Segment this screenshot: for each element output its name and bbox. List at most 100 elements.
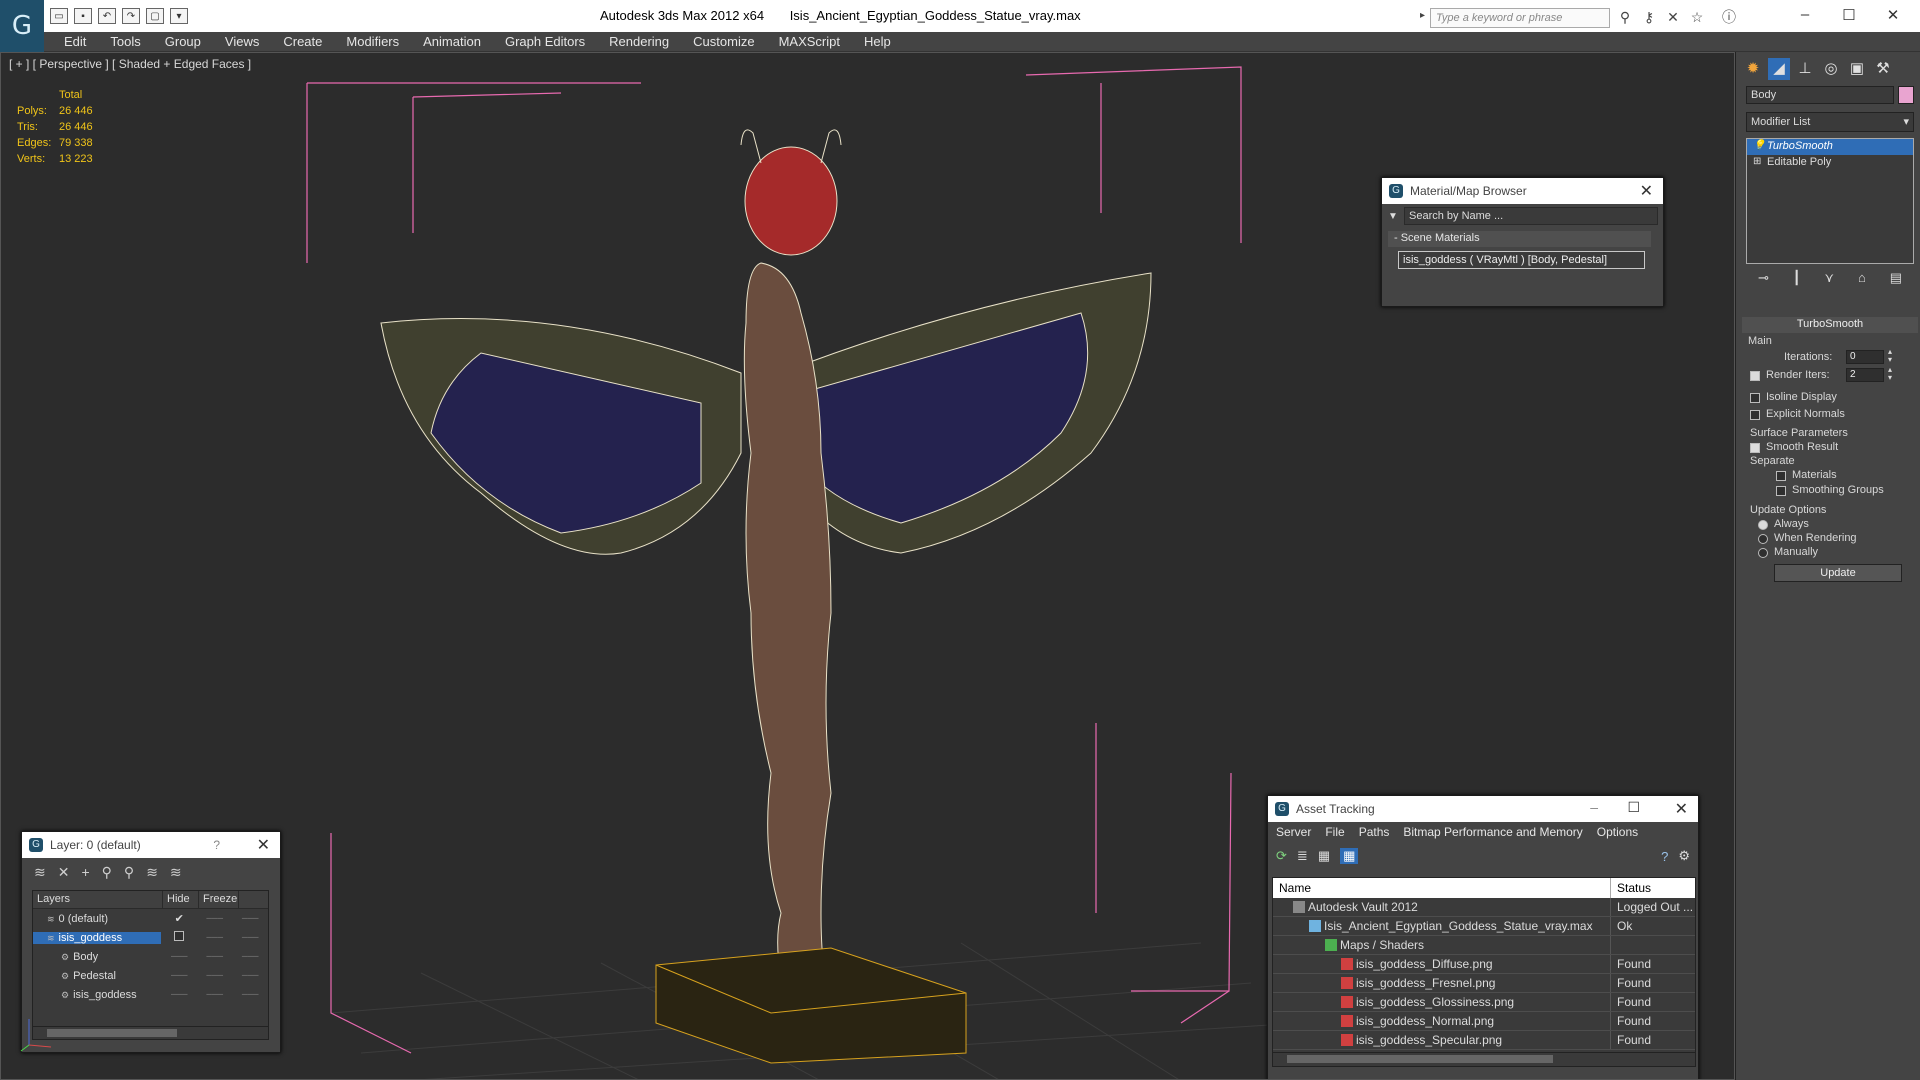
- column-layers[interactable]: Layers: [33, 891, 163, 908]
- add-to-layer-icon[interactable]: +: [81, 864, 89, 880]
- pin-stack-icon[interactable]: ⊸: [1758, 270, 1769, 290]
- favorites-star-icon[interactable]: ☆: [1688, 10, 1706, 24]
- layer-name-cell[interactable]: ⚙ isis_goddess: [33, 989, 162, 1001]
- asset-row[interactable]: Isis_Ancient_Egyptian_Goddess_Statue_vra…: [1273, 917, 1695, 936]
- freeze-toggle[interactable]: –––: [232, 932, 268, 943]
- hide-toggle[interactable]: [161, 931, 197, 944]
- app-logo-icon[interactable]: G: [0, 0, 44, 52]
- radio-always[interactable]: [1758, 520, 1768, 530]
- isoline-display-checkbox[interactable]: [1750, 393, 1760, 403]
- freeze-toggle[interactable]: –––: [232, 913, 268, 924]
- utilities-tab-icon[interactable]: ⚒: [1872, 58, 1894, 80]
- horizontal-scrollbar[interactable]: [32, 1026, 269, 1040]
- material-search-input[interactable]: Search by Name ...: [1404, 207, 1658, 225]
- spinner-arrows-icon[interactable]: ▴ ▾: [1888, 366, 1892, 382]
- close-button[interactable]: ✕: [1878, 6, 1908, 26]
- hide-toggle[interactable]: –––: [162, 970, 197, 981]
- perspective-viewport[interactable]: [ + ] [ Perspective ] [ Shaded + Edged F…: [0, 52, 1735, 1080]
- minimize-button[interactable]: –: [1790, 6, 1820, 26]
- asset-name-cell[interactable]: isis_goddess_Glossiness.png: [1273, 993, 1611, 1011]
- turbosmooth-rollout[interactable]: TurboSmooth: [1742, 317, 1918, 333]
- smooth-result-checkbox[interactable]: [1750, 443, 1760, 453]
- show-end-result-icon[interactable]: ┃: [1793, 270, 1801, 290]
- highlight-layer-icon[interactable]: ⚲: [124, 864, 134, 881]
- lightbulb-icon[interactable]: 💡: [1753, 140, 1765, 151]
- radio-manually[interactable]: [1758, 548, 1768, 558]
- configure-sets-icon[interactable]: ▤: [1890, 270, 1902, 290]
- hide-toggle[interactable]: –––: [162, 989, 197, 1000]
- asset-name-cell[interactable]: isis_goddess_Diffuse.png: [1273, 955, 1611, 973]
- asset-name-cell[interactable]: Maps / Shaders: [1273, 936, 1611, 954]
- help-icon[interactable]: ⓘ: [1720, 10, 1738, 24]
- asset-name-cell[interactable]: isis_goddess_Specular.png: [1273, 1031, 1611, 1049]
- expand-plus-icon[interactable]: ⊞: [1753, 156, 1761, 167]
- layer-name-cell[interactable]: ⚙ Pedestal: [33, 970, 162, 982]
- radio-when-rendering[interactable]: [1758, 534, 1768, 544]
- create-tab-icon[interactable]: ✹: [1742, 58, 1764, 80]
- search-expand-icon[interactable]: ▸: [1420, 10, 1425, 21]
- layer-name-cell[interactable]: ≋ 0 (default): [33, 913, 161, 925]
- menu-group[interactable]: Group: [153, 32, 213, 49]
- asset-name-cell[interactable]: Autodesk Vault 2012: [1273, 898, 1611, 916]
- layer-row[interactable]: ⚙ Body ––– ––– –––: [33, 947, 268, 966]
- freeze-toggle[interactable]: –––: [233, 970, 268, 981]
- menu-modifiers[interactable]: Modifiers: [334, 32, 411, 49]
- filter-dropdown-icon[interactable]: ▼: [1388, 211, 1398, 222]
- asset-row[interactable]: Maps / Shaders: [1273, 936, 1695, 955]
- binoculars-icon[interactable]: ⚲: [1616, 10, 1634, 24]
- asset-row[interactable]: isis_goddess_Normal.png Found: [1273, 1012, 1695, 1031]
- subscription-icon[interactable]: ⚷: [1640, 10, 1658, 24]
- close-icon[interactable]: ✕: [1640, 181, 1653, 201]
- layer-row[interactable]: ≋ isis_goddess ––– –––: [33, 928, 268, 947]
- layer-name-cell[interactable]: ≋ isis_goddess: [33, 931, 162, 944]
- save-icon[interactable]: ▪: [74, 8, 92, 24]
- display-tab-icon[interactable]: ▣: [1846, 58, 1868, 80]
- modifier-list-dropdown[interactable]: Modifier List ▾: [1746, 112, 1914, 132]
- help-icon[interactable]: ?: [1661, 849, 1668, 864]
- menu-graph-editors[interactable]: Graph Editors: [493, 32, 597, 49]
- iterations-spinner[interactable]: 0: [1846, 350, 1884, 364]
- freeze-toggle[interactable]: –––: [233, 989, 268, 1000]
- material-browser-titlebar[interactable]: G Material/Map Browser ✕: [1382, 178, 1663, 204]
- undo-icon[interactable]: ↶: [98, 8, 116, 24]
- hide-toggle[interactable]: ✔: [161, 912, 197, 925]
- hide-dash[interactable]: –––: [197, 932, 233, 943]
- asset-name-cell[interactable]: isis_goddess_Normal.png: [1273, 1012, 1611, 1030]
- asset-menu-server[interactable]: Server: [1276, 825, 1311, 839]
- maximize-button[interactable]: ☐: [1834, 6, 1864, 26]
- list-view-icon[interactable]: ≣: [1297, 848, 1308, 864]
- asset-row[interactable]: isis_goddess_Specular.png Found: [1273, 1031, 1695, 1050]
- asset-tracking-titlebar[interactable]: G Asset Tracking – ☐ ✕: [1268, 796, 1698, 822]
- hide-dash[interactable]: –––: [197, 989, 232, 1000]
- help-button[interactable]: ?: [213, 838, 220, 852]
- asset-row[interactable]: Autodesk Vault 2012 Logged Out ...: [1273, 898, 1695, 917]
- hide-all-icon[interactable]: ≋: [146, 864, 158, 881]
- search-input[interactable]: Type a keyword or phrase: [1430, 8, 1610, 28]
- column-name[interactable]: Name: [1273, 878, 1611, 898]
- menu-help[interactable]: Help: [852, 32, 903, 49]
- layer-manager-titlebar[interactable]: G Layer: 0 (default) ? ✕: [22, 832, 280, 858]
- menu-animation[interactable]: Animation: [411, 32, 493, 49]
- scroll-thumb[interactable]: [47, 1029, 177, 1037]
- menu-rendering[interactable]: Rendering: [597, 32, 681, 49]
- render-iters-spinner[interactable]: 2: [1846, 368, 1884, 382]
- maximize-icon[interactable]: ☐: [1627, 799, 1640, 816]
- select-objects-icon[interactable]: ⚲: [102, 864, 112, 881]
- layer-row[interactable]: ⚙ Pedestal ––– ––– –––: [33, 966, 268, 985]
- column-hide[interactable]: Hide: [163, 891, 199, 908]
- minimize-icon[interactable]: –: [1590, 799, 1598, 815]
- close-icon[interactable]: ✕: [1675, 799, 1688, 819]
- refresh-icon[interactable]: ⟳: [1276, 848, 1287, 864]
- smoothing-groups-checkbox[interactable]: [1776, 486, 1786, 496]
- quick-access-dropdown-icon[interactable]: ▾: [170, 8, 188, 24]
- hide-dash[interactable]: –––: [197, 913, 233, 924]
- hierarchy-tab-icon[interactable]: ⊥: [1794, 58, 1816, 80]
- asset-menu-file[interactable]: File: [1325, 825, 1344, 839]
- column-freeze[interactable]: Freeze: [199, 891, 239, 908]
- modifier-stack-item[interactable]: ⊞ Editable Poly: [1747, 155, 1913, 171]
- settings-icon[interactable]: ⚙: [1678, 848, 1690, 864]
- layer-row[interactable]: ⚙ isis_goddess ––– ––– –––: [33, 985, 268, 1004]
- asset-menu-bitmap-performance-and-memory[interactable]: Bitmap Performance and Memory: [1403, 825, 1582, 839]
- delete-layer-icon[interactable]: ✕: [58, 864, 70, 881]
- make-unique-icon[interactable]: ⋎: [1825, 270, 1835, 290]
